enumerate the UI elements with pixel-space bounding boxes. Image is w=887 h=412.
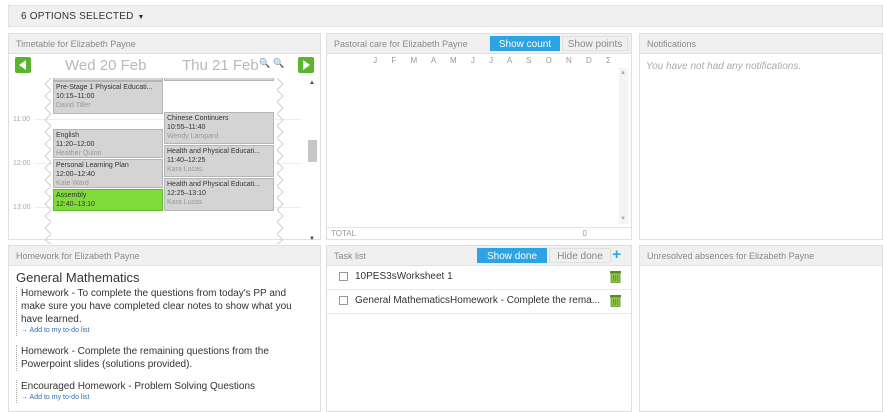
scroll-up-icon[interactable]: ▲ [309,80,315,86]
homework-panel: Homework for Elizabeth Payne General Mat… [8,245,321,412]
day-heading-wed: Wed 20 Feb [65,57,147,74]
absences-panel: Unresolved absences for Elizabeth Payne [639,245,883,412]
pastoral-total-row: TOTAL 0 [327,227,631,239]
day-divider [44,78,51,244]
timetable-event[interactable]: Personal Learning Plan 12:00–12:40 Kate … [53,159,163,188]
panel-header: Notifications [640,34,882,54]
homework-text: Homework - To complete the questions fro… [21,288,292,325]
panel-header: Pastoral care for Elizabeth Payne Show c… [327,34,631,54]
scroll-down-icon[interactable]: ▼ [620,216,626,222]
notifications-panel: Notifications You have not had any notif… [639,33,883,240]
hide-done-button[interactable]: Hide done [549,248,611,263]
total-value: 0 [582,229,587,238]
pastoral-scrollbar[interactable]: ▲ ▼ [619,68,628,224]
show-count-button[interactable]: Show count [490,36,560,51]
homework-text: Encouraged Homework - Problem Solving Qu… [21,381,255,392]
task-list-panel: Task list Show done Hide done + 10PES3sW… [326,245,632,412]
task-item[interactable]: General MathematicsHomework - Complete t… [327,290,631,314]
hour-label: 13:00 [13,204,31,211]
timetable-event[interactable] [164,78,274,81]
timetable-event[interactable]: Pre-Stage 1 Physical Educati... 10:15–11… [53,81,163,114]
panel-header: Task list Show done Hide done + [327,246,631,266]
timetable-event[interactable]: Chinese Continuers 10:55–11:40 Wendy Lam… [164,112,274,144]
homework-item: Homework - Complete the remaining questi… [16,345,312,371]
panel-title: Homework for Elizabeth Payne [16,251,140,261]
timetable-nav: Wed 20 Feb Thu 21 Feb 🔍 🔍 [9,54,320,76]
options-bar[interactable]: 6 OPTIONS SELECTED ▼ [8,5,883,27]
timetable-event[interactable]: English 11:20–12:00 Heather Quinn [53,129,163,158]
caret-down-icon: ▼ [137,14,145,21]
homework-text: Homework - Complete the remaining questi… [21,346,269,370]
task-text[interactable]: 10PES3sWorksheet 1 [355,271,453,282]
panel-header: Timetable for Elizabeth Payne [9,34,320,54]
next-day-arrow-icon[interactable] [298,57,314,73]
show-points-button[interactable]: Show points [562,36,628,51]
homework-item: Homework - To complete the questions fro… [16,287,312,336]
trash-icon[interactable] [610,270,621,283]
month-headers: J F M A M J J A S O N D Σ [373,56,617,65]
homework-item: Encouraged Homework - Problem Solving Qu… [16,380,312,403]
task-item[interactable]: 10PES3sWorksheet 1 [327,266,631,290]
homework-list: General Mathematics Homework - To comple… [16,270,312,412]
scrollbar-thumb[interactable] [308,140,317,162]
task-checkbox[interactable] [339,296,348,305]
hour-label: 12:00 [13,160,31,167]
show-done-button[interactable]: Show done [477,248,547,263]
timetable-panel: Timetable for Elizabeth Payne Wed 20 Feb… [8,33,321,244]
panel-title: Timetable for Elizabeth Payne [16,39,136,49]
task-text[interactable]: General MathematicsHomework - Complete t… [355,295,600,306]
zoom-in-icon[interactable]: 🔍 [273,58,284,69]
total-label: TOTAL [331,229,357,238]
scroll-down-icon[interactable]: ▼ [309,236,315,242]
task-checkbox[interactable] [339,272,348,281]
homework-subject: General Mathematics [16,270,140,285]
pastoral-care-panel: Pastoral care for Elizabeth Payne Show c… [326,33,632,240]
previous-day-arrow-icon[interactable] [15,57,31,73]
zoom-out-icon[interactable]: 🔍 [259,58,270,69]
hour-label: 11:00 [13,116,30,123]
timetable-grid[interactable]: 11:00 12:00 13:00 Pre-Stage 1 Physical E… [13,78,301,244]
add-to-todo-link[interactable]: → Add to my to-do list [21,393,312,403]
timetable-event[interactable]: Health and Physical Educati... 12:25–13:… [164,178,274,211]
panel-title: Notifications [647,39,697,49]
timetable-event-assembly[interactable]: Assembly 12:40–13:10 [53,189,163,211]
panel-title: Task list [334,251,367,261]
day-divider [277,78,284,244]
panel-title: Pastoral care for Elizabeth Payne [334,39,468,49]
timetable-event[interactable]: Health and Physical Educati... 11:40–12:… [164,145,274,177]
day-heading-thu: Thu 21 Feb [182,57,259,74]
options-selected-label[interactable]: 6 OPTIONS SELECTED ▼ [21,11,145,22]
panel-title: Unresolved absences for Elizabeth Payne [647,251,815,261]
add-to-todo-link[interactable]: → Add to my to-do list [21,326,312,336]
panel-header: Homework for Elizabeth Payne [9,246,320,266]
notifications-empty-text: You have not had any notifications. [646,61,802,72]
panel-header: Unresolved absences for Elizabeth Payne [640,246,882,266]
trash-icon[interactable] [610,294,621,307]
scroll-up-icon[interactable]: ▲ [620,70,626,76]
timetable-scrollbar[interactable]: ▲ ▼ [308,78,317,244]
add-task-icon[interactable]: + [612,247,621,262]
